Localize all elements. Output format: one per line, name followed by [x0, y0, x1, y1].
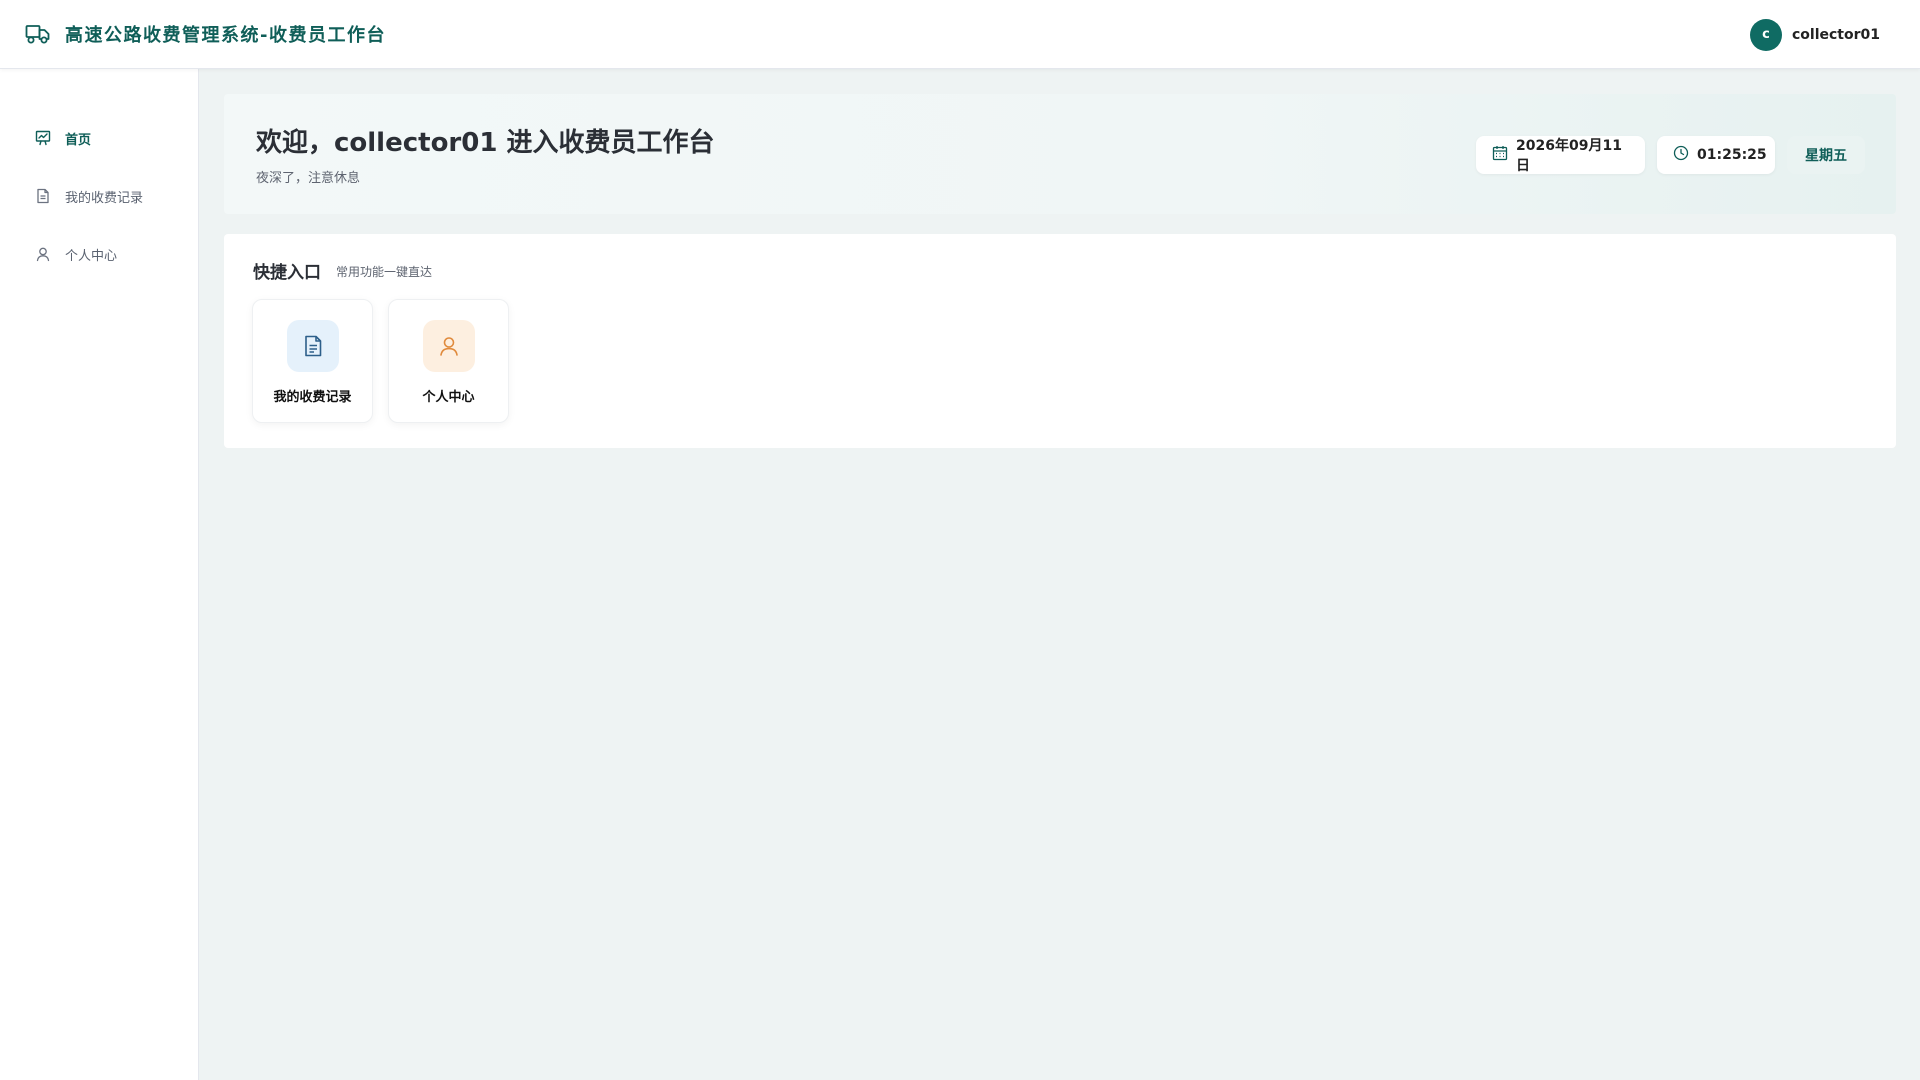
user-menu[interactable]: c collector01: [1749, 0, 1880, 69]
welcome-banner: 欢迎，collector01 进入收费员工作台 夜深了，注意休息 2026年09…: [224, 94, 1896, 214]
time-text: 01:25:25: [1697, 147, 1767, 163]
brand: 高速公路收费管理系统-收费员工作台: [25, 21, 386, 47]
weekday-text: 星期五: [1805, 148, 1847, 164]
quick-card-records[interactable]: 我的收费记录: [252, 299, 373, 423]
sidebar-item-home[interactable]: 首页: [0, 116, 198, 160]
weekday-chip: 星期五: [1787, 136, 1865, 174]
quick-card-profile[interactable]: 个人中心: [388, 299, 509, 423]
time-chip: 01:25:25: [1657, 136, 1775, 174]
calendar-icon: [1492, 145, 1508, 165]
user-icon: [35, 246, 51, 262]
sidebar-item-label: 个人中心: [65, 248, 118, 264]
date-text: 2026年09月11日: [1516, 138, 1622, 174]
document-icon: [287, 320, 339, 372]
avatar[interactable]: c: [1749, 18, 1782, 51]
quick-card-label: 我的收费记录: [273, 390, 352, 405]
sidebar-item-label: 首页: [65, 132, 92, 148]
truck-icon: [25, 23, 51, 45]
welcome-subtitle: 夜深了，注意休息: [256, 171, 361, 186]
quick-access-title: 快捷入口: [253, 263, 321, 283]
welcome-title: 欢迎，collector01 进入收费员工作台: [256, 128, 715, 158]
document-icon: [35, 188, 51, 204]
date-chip: 2026年09月11日: [1476, 136, 1645, 174]
clock-icon: [1673, 145, 1689, 165]
quick-access-panel: 快捷入口 常用功能一键直达 我的收费记录 个人中心: [224, 234, 1896, 448]
username[interactable]: collector01: [1792, 27, 1880, 43]
sidebar-item-profile[interactable]: 个人中心: [0, 232, 198, 276]
dashboard-chart-icon: [35, 130, 51, 146]
quick-card-label: 个人中心: [422, 390, 475, 405]
sidebar-item-records[interactable]: 我的收费记录: [0, 174, 198, 218]
app-title: 高速公路收费管理系统-收费员工作台: [65, 25, 386, 46]
user-icon: [423, 320, 475, 372]
sidebar-item-label: 我的收费记录: [65, 190, 144, 206]
top-header: 高速公路收费管理系统-收费员工作台 c collector01: [0, 0, 1920, 69]
quick-access-subtitle: 常用功能一键直达: [336, 265, 433, 279]
sidebar: 首页 我的收费记录 个人中心: [0, 69, 199, 1080]
